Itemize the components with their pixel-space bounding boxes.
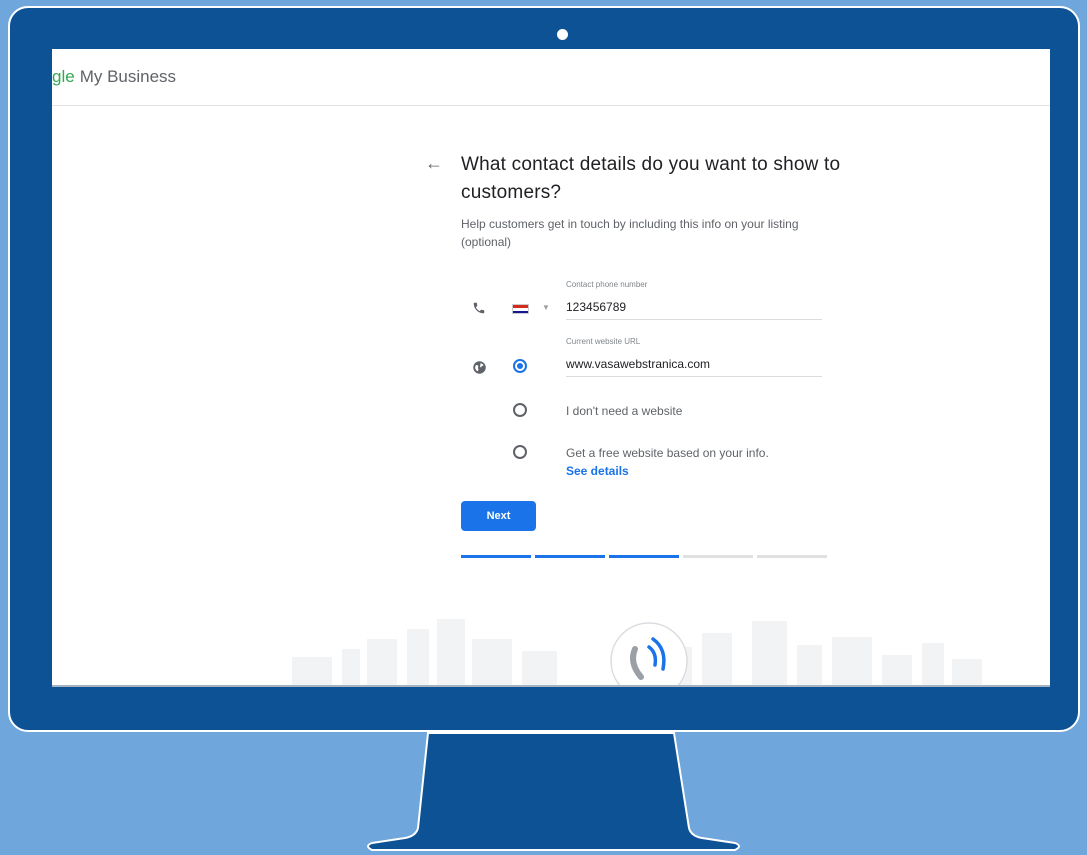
phone-label: Contact phone number [566, 280, 648, 289]
city-skyline-illustration [292, 619, 982, 687]
arrow-left-icon[interactable]: ← [425, 153, 443, 174]
chevron-down-icon[interactable]: ▼ [542, 303, 550, 312]
progress-segment [683, 555, 753, 558]
radio-free-website[interactable] [513, 445, 527, 459]
globe-icon [473, 361, 486, 374]
website-url-input[interactable]: www.vasawebstranica.com [566, 353, 822, 377]
brand-logo-partial: gle [52, 67, 75, 86]
croatia-flag-icon[interactable] [512, 304, 529, 314]
brand-name: My Business [79, 67, 177, 86]
free-website-label: Get a free website based on your info. [566, 446, 769, 460]
app-header: gle My Business [52, 49, 1050, 106]
progress-segment [461, 555, 531, 558]
no-website-label: I don't need a website [566, 404, 683, 418]
progress-bar [461, 555, 829, 559]
phone-icon [473, 302, 485, 314]
page-subtitle: Help customers get in touch by including… [461, 217, 799, 249]
webcam-icon [557, 29, 568, 40]
page-title: What contact details do you want to show… [461, 154, 841, 203]
progress-segment [757, 555, 827, 558]
see-details-link[interactable]: See details [566, 464, 629, 478]
progress-segment [609, 555, 679, 558]
next-button[interactable]: Next [461, 501, 536, 531]
radio-website-url[interactable] [513, 359, 527, 373]
screen: gle My Business ← What contact details do… [52, 49, 1050, 687]
progress-segment [535, 555, 605, 558]
website-label: Current website URL [566, 337, 641, 346]
screen-bottom-edge [52, 685, 1050, 687]
brand-logo[interactable]: gle My Business [52, 67, 176, 87]
phone-input[interactable]: 123456789 [566, 296, 822, 320]
radio-no-website[interactable] [513, 403, 527, 417]
